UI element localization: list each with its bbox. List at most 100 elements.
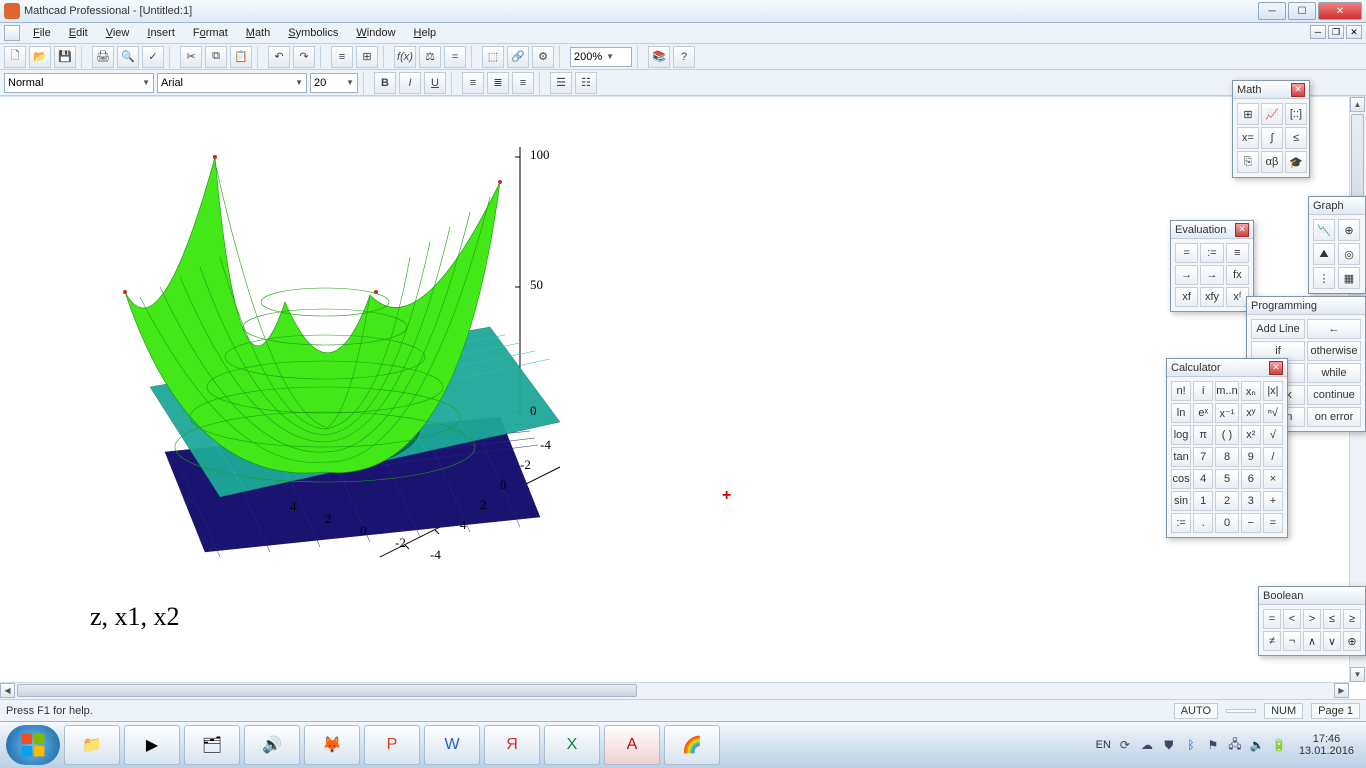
redo-icon[interactable]: ↷	[293, 46, 315, 68]
tray-action-icon[interactable]: ⚑	[1205, 737, 1221, 753]
open-icon[interactable]: 📂	[29, 46, 51, 68]
prog-assign[interactable]: ←	[1307, 319, 1361, 339]
matrix-toolbar-icon[interactable]: [::]	[1285, 103, 1307, 125]
bold-icon[interactable]: B	[374, 72, 396, 94]
calc-6-4[interactable]: =	[1263, 513, 1283, 533]
greek-toolbar-icon[interactable]: αβ	[1261, 151, 1283, 173]
menu-help[interactable]: Help	[406, 25, 445, 41]
copy-icon[interactable]: ⧉	[205, 46, 227, 68]
calc-5-1[interactable]: 1	[1193, 491, 1213, 511]
tray-network-icon[interactable]: 🖧	[1227, 737, 1243, 753]
calc-4-1[interactable]: 4	[1193, 469, 1213, 489]
menu-edit[interactable]: Edit	[61, 25, 96, 41]
document-area[interactable]: 100 50 0 -4 -2 0 2 4 -4 -2 0 2 4 z, x1, …	[0, 97, 1366, 699]
eval-assign[interactable]: :=	[1200, 243, 1223, 263]
calc-3-4[interactable]: /	[1263, 447, 1283, 467]
scatter3d-icon[interactable]: ⋮	[1313, 267, 1335, 289]
calc-2-0[interactable]: log	[1171, 425, 1191, 445]
calculus-toolbar-icon[interactable]: ∫	[1261, 127, 1283, 149]
undo-icon[interactable]: ↶	[268, 46, 290, 68]
calc-3-1[interactable]: 7	[1193, 447, 1213, 467]
calc-2-2[interactable]: ( )	[1215, 425, 1238, 445]
calculator-palette-close-icon[interactable]: ✕	[1269, 361, 1283, 375]
task-word[interactable]: W	[424, 725, 480, 765]
menu-symbolics[interactable]: Symbolics	[280, 25, 346, 41]
align-icon[interactable]: ≡	[331, 46, 353, 68]
calc-0-0[interactable]: n!	[1171, 381, 1191, 401]
calc-1-3[interactable]: xʸ	[1241, 403, 1261, 423]
xy-plot-icon[interactable]: 📉	[1313, 219, 1335, 241]
prog-addline[interactable]: Add Line	[1251, 319, 1305, 339]
underline-icon[interactable]: U	[424, 72, 446, 94]
calc-4-2[interactable]: 5	[1215, 469, 1238, 489]
resource-icon[interactable]: 📚	[648, 46, 670, 68]
bool-1-2[interactable]: ∧	[1303, 631, 1321, 651]
align-right-icon[interactable]: ≡	[512, 72, 534, 94]
task-firefox[interactable]: 🦊	[304, 725, 360, 765]
eval-fx[interactable]: fx	[1226, 265, 1249, 285]
tray-shield-icon[interactable]: ⛊	[1161, 737, 1177, 753]
spellcheck-icon[interactable]: ✓	[142, 46, 164, 68]
bullets-icon[interactable]: ☰	[550, 72, 572, 94]
calc-3-0[interactable]: tan	[1171, 447, 1191, 467]
style-combo[interactable]: Normal ▼	[4, 73, 154, 93]
evaluation-palette-close-icon[interactable]: ✕	[1235, 223, 1249, 237]
mdi-restore[interactable]: ❐	[1328, 25, 1344, 39]
calc-0-2[interactable]: m..n	[1215, 381, 1238, 401]
tray-bluetooth-icon[interactable]: ᛒ	[1183, 737, 1199, 753]
tray-clock[interactable]: 17:46 13.01.2016	[1293, 731, 1360, 759]
scroll-down-icon[interactable]: ▼	[1350, 667, 1365, 682]
calc-6-3[interactable]: −	[1241, 513, 1261, 533]
numbers-icon[interactable]: ☷	[575, 72, 597, 94]
hyperlink-icon[interactable]: 🔗	[507, 46, 529, 68]
italic-icon[interactable]: I	[399, 72, 421, 94]
eval-sym2[interactable]: →	[1200, 265, 1223, 285]
prog-onerror[interactable]: on error	[1307, 407, 1361, 427]
calc-icon[interactable]: =	[444, 46, 466, 68]
tray-sync-icon[interactable]: ⟳	[1117, 737, 1133, 753]
calc-5-3[interactable]: 3	[1241, 491, 1261, 511]
calculator-toolbar-icon[interactable]: ⊞	[1237, 103, 1259, 125]
menu-math[interactable]: Math	[238, 25, 278, 41]
evaluation-palette[interactable]: Evaluation✕ = := ≡ → → fx xf xfy xᶠ	[1170, 220, 1254, 312]
calc-4-4[interactable]: ×	[1263, 469, 1283, 489]
align-left-icon[interactable]: ≡	[462, 72, 484, 94]
component-icon[interactable]: ⬚	[482, 46, 504, 68]
calc-4-0[interactable]: cos	[1171, 469, 1191, 489]
prog-continue[interactable]: continue	[1307, 385, 1361, 405]
calc-6-1[interactable]: .	[1193, 513, 1213, 533]
surface-plot-icon[interactable]: ⛰	[1313, 243, 1335, 265]
task-explorer[interactable]: 📁	[64, 725, 120, 765]
symbolic-toolbar-icon[interactable]: 🎓	[1285, 151, 1307, 173]
start-button[interactable]	[6, 725, 60, 765]
surface-plot[interactable]: 100 50 0 -4 -2 0 2 4 -4 -2 0 2 4	[60, 117, 600, 577]
calc-1-0[interactable]: ln	[1171, 403, 1191, 423]
unit-icon[interactable]: ⚖	[419, 46, 441, 68]
polar-plot-icon[interactable]: ⊕	[1338, 219, 1360, 241]
task-adobe[interactable]: A	[604, 725, 660, 765]
task-powerpoint[interactable]: P	[364, 725, 420, 765]
prog-while[interactable]: while	[1307, 363, 1361, 383]
eval-xf[interactable]: xf	[1175, 287, 1198, 307]
calc-1-2[interactable]: x⁻¹	[1215, 403, 1238, 423]
calc-0-1[interactable]: i	[1193, 381, 1213, 401]
calc-1-1[interactable]: eˣ	[1193, 403, 1213, 423]
boolean-toolbar-icon[interactable]: ≤	[1285, 127, 1307, 149]
size-combo[interactable]: 20 ▼	[310, 73, 358, 93]
component2-icon[interactable]: ⚙	[532, 46, 554, 68]
eval-global[interactable]: ≡	[1226, 243, 1249, 263]
calc-3-2[interactable]: 8	[1215, 447, 1238, 467]
horizontal-scrollbar[interactable]: ◀ ▶	[0, 682, 1349, 699]
cut-icon[interactable]: ✂	[180, 46, 202, 68]
tray-battery-icon[interactable]: 🔋	[1271, 737, 1287, 753]
mdi-doc-icon[interactable]	[4, 25, 20, 41]
scroll-h-thumb[interactable]	[17, 684, 637, 697]
calc-2-4[interactable]: √	[1263, 425, 1283, 445]
task-yandex[interactable]: Я	[484, 725, 540, 765]
maximize-button[interactable]: ☐	[1288, 2, 1316, 20]
prog-otherwise[interactable]: otherwise	[1307, 341, 1361, 361]
calc-6-0[interactable]: :=	[1171, 513, 1191, 533]
tray-speaker-icon[interactable]: 🔉	[1249, 737, 1265, 753]
bool-1-1[interactable]: ¬	[1283, 631, 1301, 651]
minimize-button[interactable]: ─	[1258, 2, 1286, 20]
